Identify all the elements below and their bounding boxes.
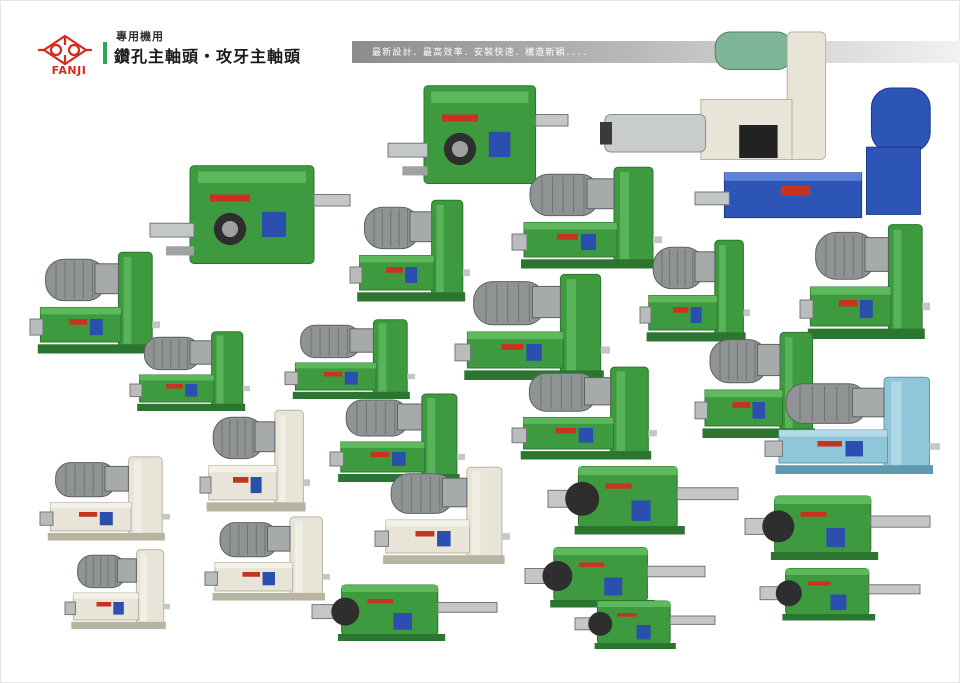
servo-spindle-head: [600, 31, 827, 160]
catalog-page: FANJI 專用機用 鑽孔主軸頭・攻牙主軸頭 最新設計．最高效率．安裝快速．構造…: [0, 0, 960, 683]
cream-drilling-head-1: [39, 456, 170, 541]
green-spindle-unit-5: [759, 568, 921, 621]
cream-drilling-head-2: [199, 409, 310, 512]
motor-drilling-head-mid-4: [329, 393, 465, 482]
motor-drilling-head-mid-1: [284, 319, 415, 399]
motor-drilling-head-right-1: [639, 239, 750, 342]
twin-spindle-gearbox-head-large: [149, 165, 351, 264]
product-gallery: [29, 31, 940, 649]
motor-drilling-head-right-3: [511, 366, 657, 460]
motor-drilling-head-right-2: [799, 224, 930, 339]
motor-drilling-head-center-upper: [349, 199, 470, 302]
green-spindle-unit-1: [547, 466, 739, 535]
cream-drilling-head-3: [204, 516, 330, 601]
twin-spindle-gearbox-head-top: [387, 85, 569, 184]
green-spindle-unit-2: [744, 495, 931, 560]
motor-drilling-head-upper-right: [511, 166, 662, 269]
motor-drilling-head-left: [29, 251, 160, 354]
motor-drilling-head-mid-2: [454, 273, 610, 380]
cream-drilling-head-5: [64, 549, 170, 629]
cream-drilling-head-4: [374, 466, 510, 564]
green-spindle-unit-3: [311, 584, 498, 641]
motor-drilling-head-small-1: [129, 331, 250, 411]
green-spindle-unit-6: [574, 600, 716, 649]
green-spindle-unit-4: [524, 547, 706, 608]
